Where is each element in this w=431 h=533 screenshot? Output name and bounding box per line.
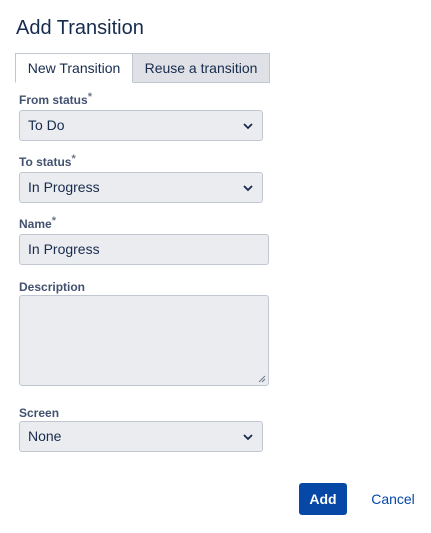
chevron-down-icon (243, 434, 253, 441)
chevron-down-icon (243, 123, 253, 130)
from-status-label-text: From status (19, 93, 88, 107)
tab-reuse-transition[interactable]: Reuse a transition (133, 53, 270, 83)
tab-bar: New Transition Reuse a transition (15, 53, 270, 83)
to-status-label-text: To status (19, 155, 72, 169)
required-marker: * (51, 215, 56, 227)
to-status-select[interactable]: In Progress (19, 172, 263, 203)
required-marker: * (71, 153, 76, 165)
dialog-title: Add Transition (16, 17, 144, 39)
name-input[interactable]: In Progress (19, 234, 269, 265)
to-status-label: To status* (19, 153, 76, 169)
name-label: Name* (19, 215, 56, 231)
cancel-button[interactable]: Cancel (363, 483, 423, 515)
resize-handle-icon[interactable] (258, 375, 266, 383)
screen-select[interactable]: None (19, 421, 263, 452)
description-textarea[interactable] (19, 295, 269, 386)
screen-value: None (28, 428, 62, 444)
from-status-select[interactable]: To Do (19, 110, 263, 141)
add-button[interactable]: Add (299, 483, 347, 515)
description-label: Description (19, 280, 85, 294)
from-status-label: From status* (19, 91, 92, 107)
tab-new-transition[interactable]: New Transition (15, 53, 133, 83)
name-label-text: Name (19, 217, 52, 231)
description-label-text: Description (19, 280, 86, 294)
name-value: In Progress (28, 241, 100, 257)
screen-label-text: Screen (19, 406, 60, 420)
chevron-down-icon (243, 185, 253, 192)
from-status-value: To Do (28, 117, 65, 133)
to-status-value: In Progress (28, 179, 100, 195)
required-marker: * (87, 91, 92, 103)
screen-label: Screen (19, 406, 59, 420)
